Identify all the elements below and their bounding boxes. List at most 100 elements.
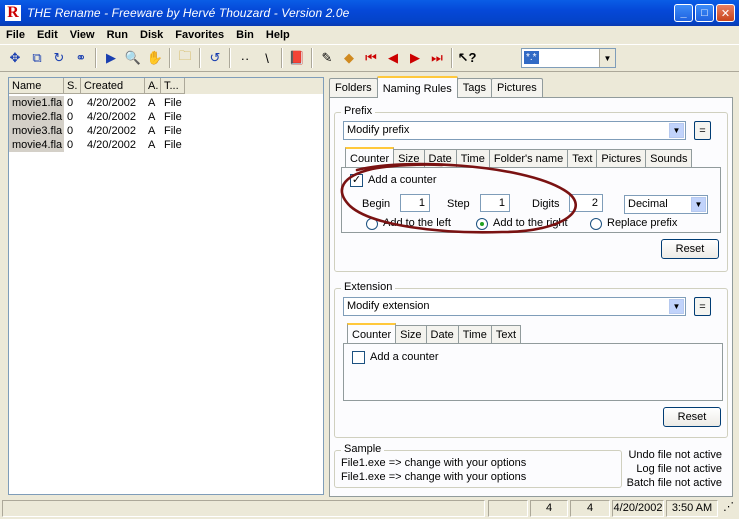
menu-bin[interactable]: Bin: [230, 26, 260, 44]
tab-pictures[interactable]: Pictures: [596, 149, 647, 167]
batch-status: Batch file not active: [626, 477, 722, 489]
tab-text[interactable]: Text: [490, 325, 522, 343]
chevron-down-icon[interactable]: ▼: [691, 197, 706, 212]
status-blank: [488, 500, 528, 517]
file-name: movie4.fla: [9, 138, 64, 152]
col-type[interactable]: T...: [161, 78, 185, 94]
link-icon[interactable]: ⚭: [70, 47, 92, 69]
chevron-down-icon[interactable]: ▼: [669, 299, 684, 314]
menu-disk[interactable]: Disk: [134, 26, 169, 44]
chevron-down-icon[interactable]: ▼: [599, 49, 615, 67]
move-icon[interactable]: ✥: [4, 47, 26, 69]
file-size: 0: [67, 125, 74, 137]
help-cursor-icon[interactable]: ↖?: [456, 47, 478, 69]
tab-date[interactable]: Date: [425, 325, 459, 343]
filter-value: *.*: [524, 51, 539, 64]
tab-tags[interactable]: Tags: [456, 78, 493, 98]
col-attributes[interactable]: A.: [145, 78, 161, 94]
prefix-equal-button[interactable]: =: [694, 121, 711, 140]
book-icon[interactable]: 📕: [286, 47, 308, 69]
toolbar: ✥ ⧉ ↻ ⚭ ▶ 🔍 ✋ 🗀 ↺ ·· \ 📕 ✎ ◆ ⏮ ◀ ▶ ⏭ ↖? …: [0, 44, 739, 72]
tab-counter[interactable]: Counter: [347, 323, 397, 343]
replace-prefix-radio[interactable]: [590, 218, 602, 230]
menu-help[interactable]: Help: [260, 26, 296, 44]
menu-file[interactable]: File: [0, 26, 31, 44]
tab-naming-rules[interactable]: Naming Rules: [376, 76, 458, 98]
file-attr: A: [148, 139, 156, 151]
menu-favorites[interactable]: Favorites: [169, 26, 230, 44]
tab-folders[interactable]: Folders: [329, 78, 378, 98]
copy-icon[interactable]: ⧉: [26, 47, 48, 69]
toolbar-separator: [95, 48, 97, 68]
undo-icon[interactable]: ↺: [204, 47, 226, 69]
maximize-button[interactable]: □: [695, 4, 714, 22]
file-type: File: [164, 111, 182, 123]
prefix-reset-button[interactable]: Reset: [661, 239, 719, 259]
preview-icon[interactable]: 🔍: [122, 47, 144, 69]
number-format-select[interactable]: Decimal ▼: [624, 195, 708, 214]
menu-view[interactable]: View: [64, 26, 101, 44]
extension-rule-combo[interactable]: Modify extension ▼: [343, 297, 686, 316]
prev-icon[interactable]: ◀: [382, 47, 404, 69]
file-created: 4/20/2002: [87, 125, 136, 137]
menu-run[interactable]: Run: [101, 26, 134, 44]
filter-combo[interactable]: *.* ▼: [521, 48, 616, 68]
log-status: Log file not active: [636, 463, 722, 475]
col-name[interactable]: Name: [9, 78, 64, 94]
close-button[interactable]: ✕: [716, 4, 735, 22]
toolbar-separator: [281, 48, 283, 68]
prefix-rule-combo[interactable]: Modify prefix ▼: [343, 121, 686, 140]
chevron-down-icon[interactable]: ▼: [669, 123, 684, 138]
extension-group: Extension Modify extension ▼ = Counter S…: [334, 281, 728, 438]
status-time: 3:50 AM: [666, 500, 718, 517]
table-row[interactable]: movie2.fla 0 4/20/2002 A File: [9, 110, 191, 124]
extension-equal-button[interactable]: =: [694, 297, 711, 316]
table-row[interactable]: movie1.fla 0 4/20/2002 A File: [9, 96, 191, 110]
col-created[interactable]: Created: [81, 78, 145, 94]
extension-subtabs: Counter Size Date Time Text: [347, 323, 522, 344]
replace-prefix-label: Replace prefix: [607, 217, 678, 229]
refresh-icon[interactable]: ↻: [48, 47, 70, 69]
eraser-icon[interactable]: ◆: [338, 47, 360, 69]
table-row[interactable]: movie4.fla 0 4/20/2002 A File: [9, 138, 191, 152]
toolbar-separator: [451, 48, 453, 68]
table-row[interactable]: movie3.fla 0 4/20/2002 A File: [9, 124, 191, 138]
extension-counter-panel: Add a counter: [343, 343, 723, 401]
file-attr: A: [148, 97, 156, 109]
file-list[interactable]: Name S. Created A. T... movie1.fla 0 4/2…: [8, 77, 324, 495]
toolbar-separator: [229, 48, 231, 68]
first-icon[interactable]: ⏮: [360, 47, 382, 69]
tab-time[interactable]: Time: [457, 325, 492, 343]
pen-icon[interactable]: ✎: [316, 47, 338, 69]
last-icon[interactable]: ⏭: [426, 47, 448, 69]
extension-reset-button[interactable]: Reset: [663, 407, 721, 427]
window-title: THE Rename - Freeware by Hervé Thouzard …: [27, 6, 350, 20]
tab-sounds[interactable]: Sounds: [645, 149, 693, 167]
menu-bar: File Edit View Run Disk Favorites Bin He…: [0, 26, 739, 44]
backslash-icon[interactable]: \: [256, 47, 278, 69]
folder-icon[interactable]: 🗀: [174, 47, 196, 69]
next-icon[interactable]: ▶: [404, 47, 426, 69]
toolbar-separator: [199, 48, 201, 68]
file-attr: A: [148, 125, 156, 137]
file-created: 4/20/2002: [87, 139, 136, 151]
file-created: 4/20/2002: [87, 97, 136, 109]
hand-icon[interactable]: ✋: [144, 47, 166, 69]
minimize-button[interactable]: _: [674, 4, 693, 22]
app-logo-icon: R: [5, 5, 21, 21]
sample-group: Sample File1.exe => change with your opt…: [334, 443, 622, 488]
col-size[interactable]: S.: [64, 78, 81, 94]
run-icon[interactable]: ▶: [100, 47, 122, 69]
menu-edit[interactable]: Edit: [31, 26, 64, 44]
tab-pictures[interactable]: Pictures: [491, 78, 543, 98]
dots-icon[interactable]: ··: [234, 47, 256, 69]
prefix-rule-value: Modify prefix: [347, 124, 410, 136]
undo-status: Undo file not active: [628, 449, 722, 461]
status-bar: 4 4 4/20/2002 3:50 AM ⋰: [0, 499, 739, 519]
extension-add-counter-checkbox[interactable]: [352, 351, 365, 364]
file-list-header: Name S. Created A. T...: [9, 78, 323, 94]
file-name: movie2.fla: [9, 110, 64, 124]
extension-label: Extension: [341, 281, 396, 293]
resize-grip-icon[interactable]: ⋰: [720, 500, 737, 517]
tab-size[interactable]: Size: [395, 325, 427, 343]
